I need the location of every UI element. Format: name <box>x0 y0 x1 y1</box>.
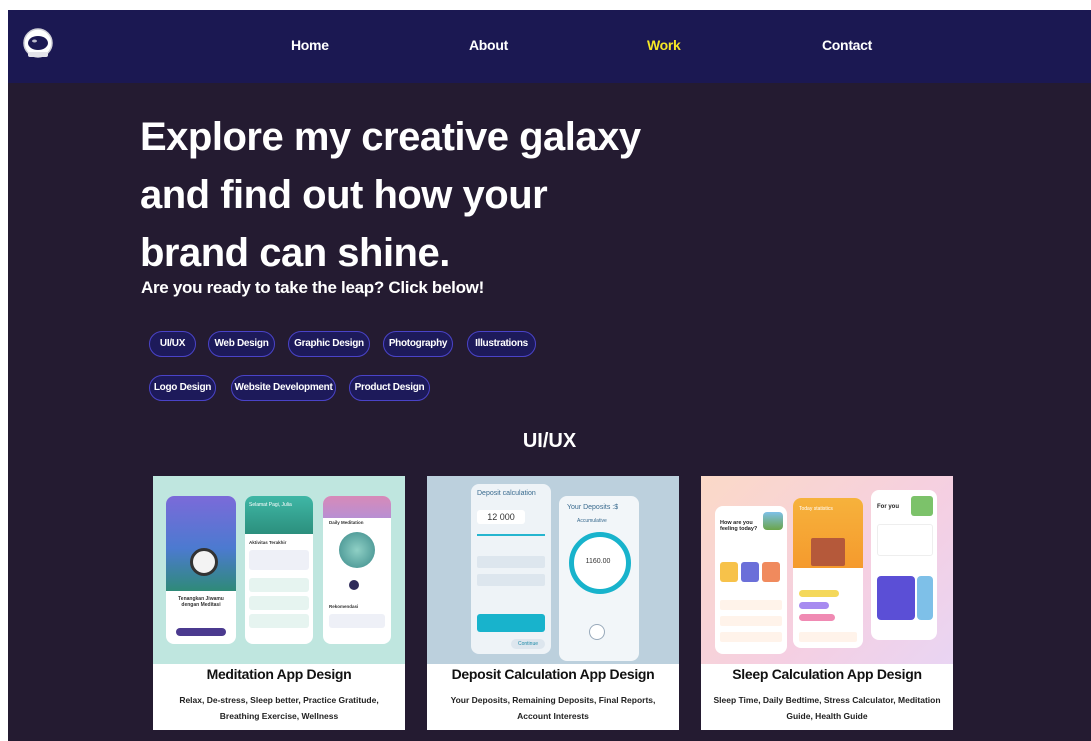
summary-box <box>477 614 545 632</box>
card-description: Sleep Time, Daily Bedtime, Stress Calcul… <box>713 695 941 721</box>
phone-mockup: Today statistics <box>793 498 863 648</box>
project-card-sleep[interactable]: How are you feeling today? Today statist… <box>701 476 953 730</box>
mood-tile <box>762 562 780 582</box>
panda-illustration <box>190 548 218 576</box>
add-icon <box>589 624 605 640</box>
phone-mockup: For you <box>871 490 937 640</box>
top-nav: Home About Work Contact <box>8 10 1091 83</box>
meditation-screen-text: Tenangkan Jiwamu dengan Meditasi <box>178 596 224 608</box>
deposit-calc-label: Deposit calculation <box>477 490 536 497</box>
activity-label: Aktivitas Terakhir <box>249 540 287 545</box>
mood-tile <box>741 562 759 582</box>
list-row <box>720 600 782 610</box>
list-row <box>249 578 309 592</box>
list-row <box>329 614 385 628</box>
daily-meditation-label: Daily Meditation <box>329 520 364 525</box>
astronaut-helmet-icon[interactable] <box>22 27 54 59</box>
phone-mockup: How are you feeling today? <box>715 506 787 654</box>
page: Home About Work Contact Explore my creat… <box>8 10 1091 741</box>
greeting-text: Selamat Pagi, Julia <box>249 502 292 508</box>
chip-graphic-design[interactable]: Graphic Design <box>288 331 370 357</box>
nav-home-link[interactable]: Home <box>291 37 329 53</box>
chip-photography[interactable]: Photography <box>383 331 453 357</box>
forest-illustration <box>166 496 236 591</box>
project-card-meditation[interactable]: Tenangkan Jiwamu dengan Meditasi Selamat… <box>153 476 405 730</box>
nav-contact-link[interactable]: Contact <box>822 37 872 53</box>
phone-mockup: Selamat Pagi, Julia Aktivitas Terakhir <box>245 496 313 644</box>
option-row <box>477 556 545 568</box>
list-row <box>799 632 857 642</box>
chip-product-design[interactable]: Product Design <box>349 375 430 401</box>
continue-button: Continue <box>511 639 545 649</box>
card-description: Relax, De-stress, Sleep better, Practice… <box>179 695 379 721</box>
phone-mockup: Tenangkan Jiwamu dengan Meditasi <box>166 496 236 644</box>
chip-ui-ux[interactable]: UI/UX <box>149 331 196 357</box>
recommendation-card <box>877 576 915 620</box>
list-row <box>249 596 309 610</box>
house-illustration <box>811 538 845 566</box>
thumbnail-image <box>763 512 783 530</box>
deposit-total: 1160.00 <box>585 558 611 565</box>
card-title: Sleep Calculation App Design <box>732 666 922 682</box>
phone-mockup: Your Deposits :$ Accumulative 1160.00 <box>559 496 639 661</box>
play-icon <box>349 580 359 590</box>
recommendation-card <box>917 576 933 620</box>
feeling-question: How are you feeling today? <box>720 520 758 532</box>
question-card <box>877 524 933 556</box>
phone-mockup: Daily Meditation Rekomendasi <box>323 496 391 644</box>
thumbnail-image <box>911 496 933 516</box>
meditation-app-image: Tenangkan Jiwamu dengan Meditasi Selamat… <box>153 476 405 664</box>
your-deposits-label: Your Deposits :$ <box>567 504 619 511</box>
list-row <box>720 616 782 626</box>
hero-title: Explore my creative galaxy and find out … <box>140 115 641 275</box>
recommendation-label: Rekomendasi <box>329 604 359 609</box>
header-gradient <box>323 496 391 518</box>
activity-row <box>249 550 309 570</box>
nav-about-link[interactable]: About <box>469 37 508 53</box>
card-title: Meditation App Design <box>206 666 352 682</box>
chip-illustrations[interactable]: Illustrations <box>467 331 536 357</box>
amount-field: 12 000 <box>477 510 525 524</box>
stat-pill <box>799 590 839 597</box>
sleep-app-image: How are you feeling today? Today statist… <box>701 476 953 664</box>
mood-tile <box>720 562 738 582</box>
card-title: Deposit Calculation App Design <box>451 666 655 682</box>
section-title: UI/UX <box>522 430 577 452</box>
start-button <box>176 628 226 636</box>
meditation-circle <box>339 532 375 568</box>
for-you-label: For you <box>877 504 899 510</box>
slider <box>477 534 545 536</box>
option-row <box>477 574 545 586</box>
nav-work-link[interactable]: Work <box>647 37 681 53</box>
list-row <box>720 632 782 642</box>
chip-web-design[interactable]: Web Design <box>208 331 275 357</box>
today-statistics-label: Today statistics <box>799 506 833 512</box>
hero-subtitle: Are you ready to take the leap? Click be… <box>141 278 484 297</box>
card-description: Your Deposits, Remaining Deposits, Final… <box>450 695 656 721</box>
phone-mockup: Deposit calculation 12 000 Continue <box>471 484 551 654</box>
stat-pill <box>799 614 835 621</box>
project-card-deposit[interactable]: Deposit calculation 12 000 Continue Your… <box>427 476 679 730</box>
chip-logo-design[interactable]: Logo Design <box>149 375 216 401</box>
deposit-app-image: Deposit calculation 12 000 Continue Your… <box>427 476 679 664</box>
accumulative-label: Accumulative <box>577 518 607 524</box>
list-row <box>249 614 309 628</box>
chip-website-development[interactable]: Website Development <box>231 375 336 401</box>
stat-pill <box>799 602 829 609</box>
